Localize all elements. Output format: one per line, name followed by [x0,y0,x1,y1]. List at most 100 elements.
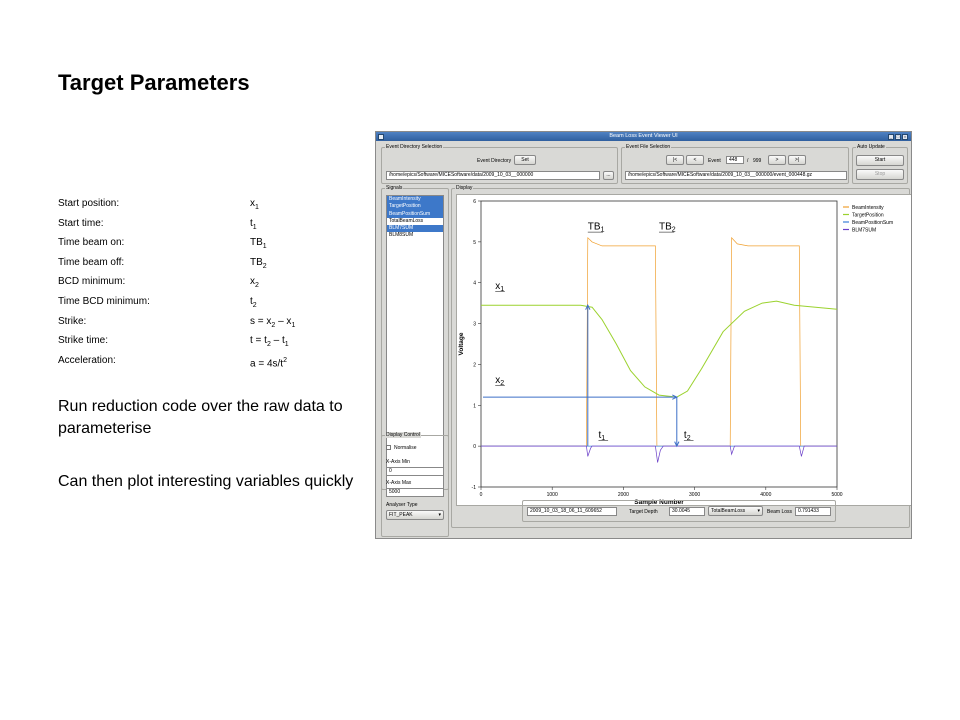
event-file-group-label: Event File Selection [625,144,672,150]
signal-plot-svg: -101234560 1000 2000 3000 4000 5000Sample Num… [458,199,893,506]
parameter-label: Strike time: [58,335,109,347]
annotation-label: t2 [684,430,691,442]
auto-update-group-label: Auto Update [856,144,886,150]
run-reduction-note: Run reduction code over the raw data to … [58,398,343,437]
chevron-down-icon: ▾ [438,512,441,518]
x-tick-label: 3000 [689,492,700,498]
signal-item[interactable]: TotalBeamLoss [387,218,443,225]
y-tick-label: 2 [473,362,476,368]
annotation-label: x1 [495,281,504,293]
event-directory-group-label: Event Directory Selection [385,144,444,150]
y-tick-label: 1 [473,403,476,409]
y-tick-label: 6 [473,199,476,205]
signals-group-label: Signals [385,185,404,191]
x-tick-label: 5000 [831,492,842,498]
series-line-blm7sum [481,445,837,463]
window-title: Beam Loss Event Viewer UI [609,133,678,139]
start-auto-update-button[interactable]: Start [856,155,904,166]
signal-plot: -1 0 1 2 3 4 5 6 0 1000 2000 3000 4000 5000 Sample Num… [456,194,911,506]
analyser-type-value: FIT_PEAK [389,512,413,518]
y-tick-label: 5 [473,240,476,246]
slide-title: Target Parameters [58,70,250,95]
event-separator: / [747,158,749,164]
x-axis-max-field[interactable]: 5000 [386,488,444,497]
browse-directory-button[interactable]: ... [603,171,614,180]
beam-loss-field[interactable]: 0.791433 [795,507,831,516]
event-label: Event [708,158,721,164]
normalise-label: Normalise [394,445,417,451]
signal-item[interactable]: BeamIntensity [387,196,443,204]
signal-item[interactable]: BLM8SUM [387,232,443,239]
parameter-label: Start position: [58,198,120,209]
window-titlebar: Beam Loss Event Viewer UI _ □ × [376,132,911,141]
x-tick-label: 0 [480,492,483,498]
x-axis-min-field[interactable]: 0 [386,467,444,476]
display-group-label: Display [455,185,474,191]
y-tick-label: 4 [473,281,476,287]
x-tick-label: 2000 [618,492,629,498]
annotation-label: TB2 [659,222,676,234]
annotation-label: t1 [598,430,605,442]
target-depth-field[interactable]: 30.0045 [669,507,705,516]
parameter-label: Acceleration: [58,354,116,366]
signal-item[interactable]: TargetPosition [387,203,443,211]
parameter-label: BCD minimum: [58,276,126,288]
analyser-type-label: Analyser Type [386,502,418,508]
plot-variables-note: Can then plot interesting variables quic… [58,473,354,490]
x-tick-label: 1000 [547,492,558,498]
series-line-targetposition [481,300,838,398]
legend-label: BeamIntensity [852,205,884,211]
analyser-type-select[interactable]: FIT_PEAK ▾ [386,510,444,520]
stop-auto-update-button[interactable]: Stop [856,169,904,180]
legend-label: TargetPosition [852,212,884,218]
display-control-group: Display Control Normalise X-Axis Min 0 X… [381,432,449,537]
minimize-icon[interactable]: _ [888,133,894,140]
parameter-label: Start time: [58,217,104,229]
parameter-label: Time beam on: [58,237,125,249]
y-tick-label: 3 [473,322,476,328]
auto-update-group: Auto Update Start Stop [852,144,908,184]
x-tick-label: 4000 [760,492,771,498]
y-tick-label: -1 [472,485,477,491]
parameter-label: Time BCD minimum: [58,295,150,307]
annotation-label: x2 [495,375,504,387]
event-directory-path-field[interactable]: /home/epics/Software/MICESoftware/data/2… [386,171,600,180]
normalise-checkbox[interactable] [386,445,391,450]
target-depth-label: Target Depth [629,509,658,515]
previous-event-button[interactable]: < [686,155,704,165]
chevron-down-icon: ▾ [757,508,760,514]
event-directory-label: Event Directory [477,158,512,164]
event-number-field[interactable]: 448 [726,156,744,164]
event-total: 999 [753,158,762,164]
first-event-button[interactable]: |< [666,155,684,165]
status-row: 2009_10_03_18_06_11_609652 Target Depth … [522,500,836,522]
event-file-path-field[interactable]: /home/epics/Software/MICESoftware/data/2… [625,171,847,180]
event-file-group: Event File Selection |< < Event 448 / 99… [621,144,849,184]
next-event-button[interactable]: > [768,155,786,165]
parameter-label: Time beam off: [58,256,125,268]
x-axis-max-label: X-Axis Max [386,480,412,486]
x-axis-min-label: X-Axis Min [386,459,410,465]
beam-loss-label: Beam Loss [767,509,793,515]
legend-label: BLM7SUM [852,227,876,233]
annotation-label: TB1 [588,222,605,234]
y-tick-label: 0 [473,444,476,450]
display-control-group-label: Display Control [385,432,421,438]
beam-loss-viewer-window: Beam Loss Event Viewer UI _ □ × Event Di… [375,131,912,539]
signal-item[interactable]: BeamPositionSum [387,210,443,218]
event-directory-group: Event Directory Selection Event Director… [381,144,618,184]
plot-frame [480,200,838,488]
set-directory-button[interactable]: Set [514,155,536,165]
last-event-button[interactable]: >| [788,155,806,165]
loss-signal-select[interactable]: TotalBeamLoss ▾ [708,506,763,516]
legend-label: BeamPositionSum [852,220,893,226]
signal-item[interactable]: BLM7SUM [387,225,443,233]
y-axis-label: Voltage [458,332,465,355]
parameter-label: Strike: [58,315,87,327]
maximize-icon[interactable]: □ [895,133,901,140]
parameter-value: a = 4s/t2 [250,356,287,370]
event-timestamp-field[interactable]: 2009_10_03_18_06_11_609652 [527,507,617,516]
close-icon[interactable]: × [902,133,908,140]
series-line-beamintensity [481,236,837,447]
loss-signal-value: TotalBeamLoss [711,508,746,514]
